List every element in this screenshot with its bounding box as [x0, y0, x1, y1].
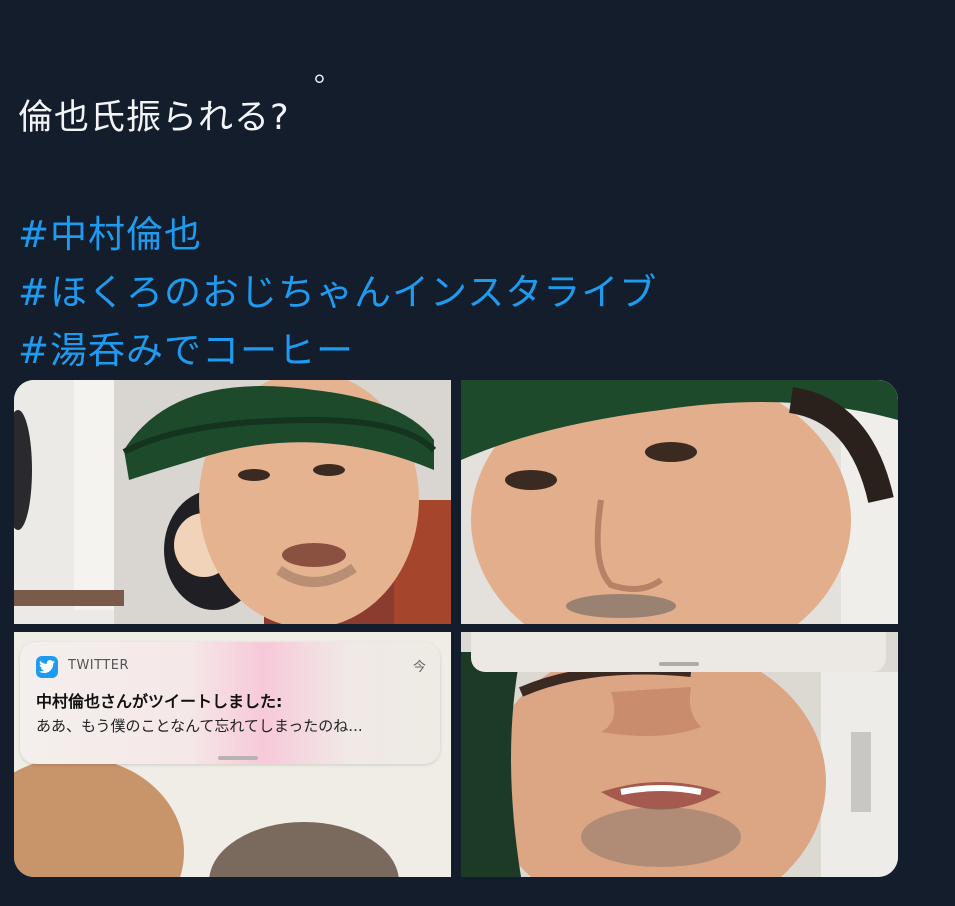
photo-tile[interactable] — [461, 632, 898, 877]
photo-tile[interactable]: TWITTER 今 中村倫也さんがツイートしました: ああ、もう僕のことなんて忘… — [14, 632, 451, 877]
twitter-bird-icon — [36, 656, 58, 678]
twitter-notification[interactable]: TWITTER 今 中村倫也さんがツイートしました: ああ、もう僕のことなんて忘… — [20, 642, 440, 764]
cropped-notification-sheet — [471, 632, 886, 672]
hashtag-link[interactable]: #ほくろのおじちゃんインスタライブ — [18, 264, 657, 322]
photo-tile[interactable] — [461, 380, 898, 624]
cut-off-text-line — [18, 28, 318, 88]
hashtag-link[interactable]: #中村倫也 — [18, 206, 657, 264]
photo-tile[interactable] — [14, 380, 451, 624]
cut-off-period: 。 — [314, 55, 343, 88]
tweet-screenshot: 。 倫也氏振られる? #中村倫也 #ほくろのおじちゃんインスタライブ #湯呑みで… — [0, 0, 955, 906]
hashtag-list: #中村倫也 #ほくろのおじちゃんインスタライブ #湯呑みでコーヒー — [18, 206, 657, 380]
photo-man-closeup — [461, 380, 898, 624]
notification-title: 中村倫也さんがツイートしました: — [36, 692, 283, 711]
notification-app-name: TWITTER — [68, 658, 130, 673]
photo-man-cap-room — [14, 380, 451, 624]
tweet-body-text: 倫也氏振られる? — [18, 98, 290, 138]
media-grid: TWITTER 今 中村倫也さんがツイートしました: ああ、もう僕のことなんて忘… — [14, 380, 898, 877]
sheet-handle — [659, 662, 699, 666]
hashtag-link[interactable]: #湯呑みでコーヒー — [18, 322, 657, 380]
notification-body: ああ、もう僕のことなんて忘れてしまったのね... — [36, 717, 363, 735]
notification-handle — [218, 756, 258, 760]
notification-time: 今 — [412, 660, 426, 675]
